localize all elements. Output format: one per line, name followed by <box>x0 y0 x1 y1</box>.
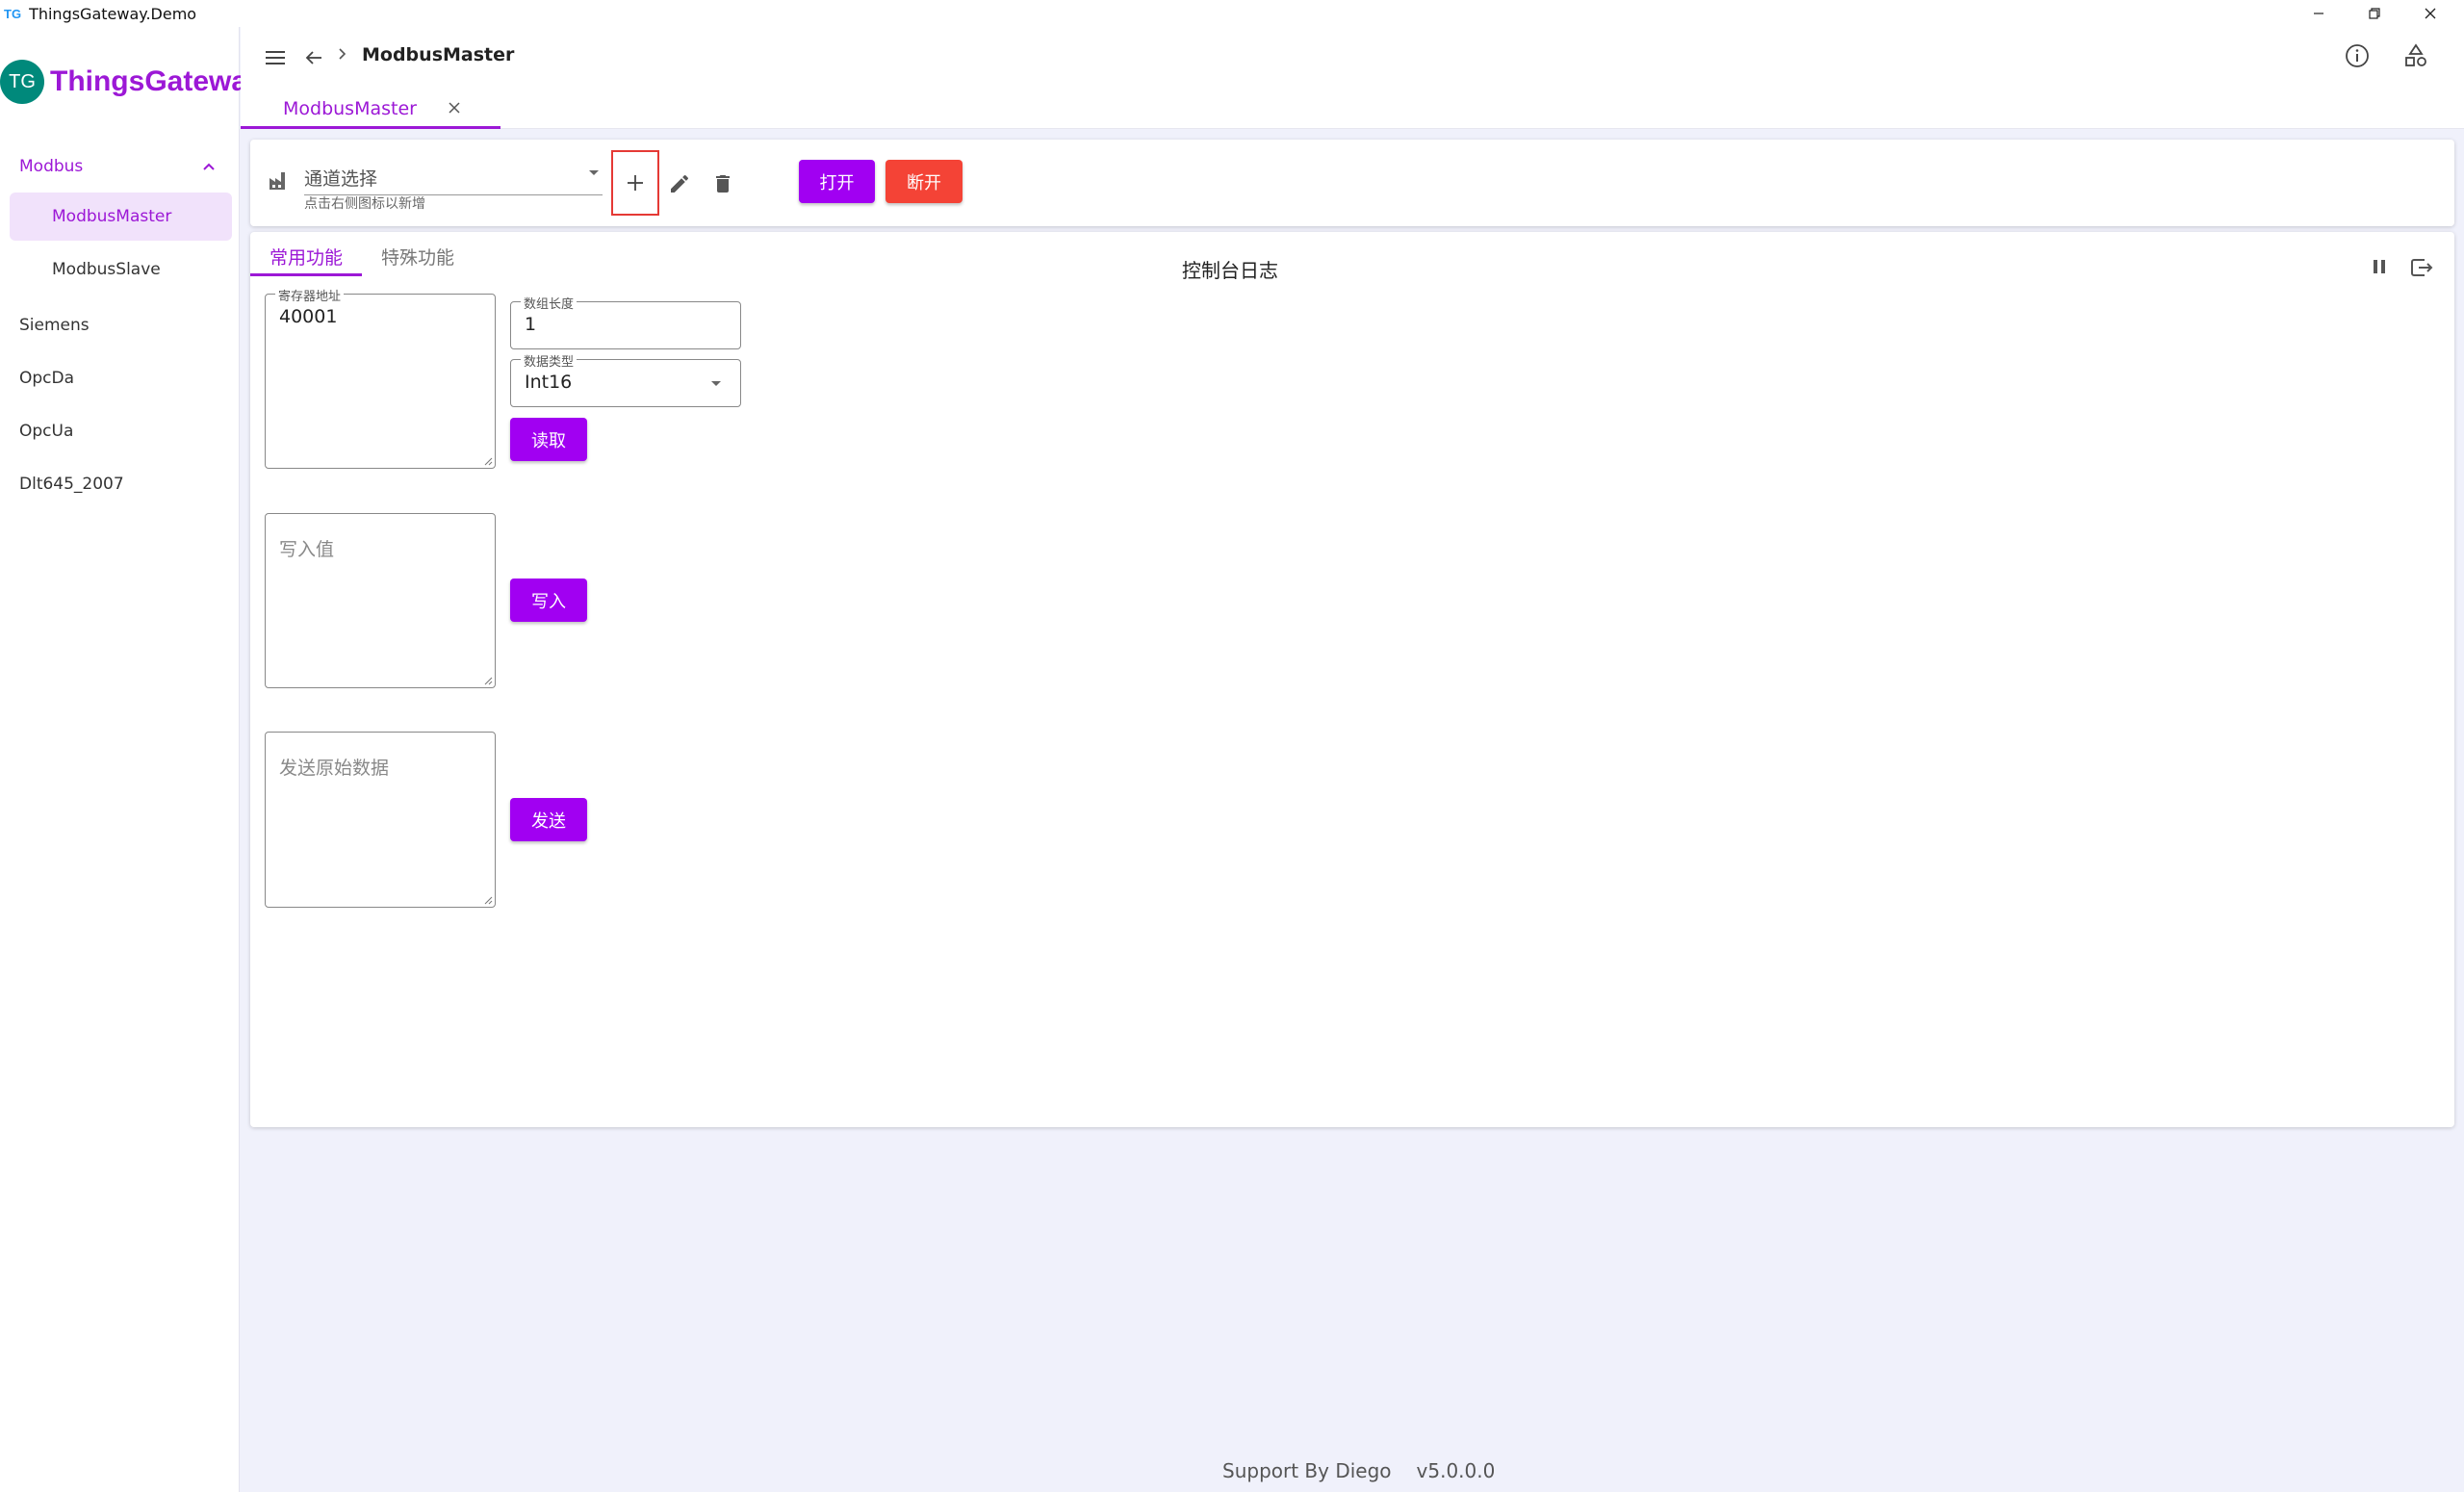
sidebar-item-siemens[interactable]: Siemens <box>0 298 240 351</box>
delete-channel-button[interactable] <box>709 170 736 197</box>
tab-label: ModbusMaster <box>283 98 417 119</box>
sidebar-item-modbusmaster[interactable]: ModbusMaster <box>10 193 232 241</box>
resize-handle-icon[interactable] <box>483 895 493 905</box>
brand[interactable]: TG ThingsGateway <box>0 58 264 106</box>
disconnect-button[interactable]: 断开 <box>886 160 962 203</box>
pause-icon <box>2374 260 2385 273</box>
channel-toolbar: 通道选择 点击右侧图标以新增 打开 断开 <box>250 140 2454 226</box>
restore-icon <box>2369 8 2380 19</box>
window-title-bar: TG ThingsGateway.Demo <box>0 0 2464 27</box>
chevron-right-icon <box>339 48 346 60</box>
write-button[interactable]: 写入 <box>510 579 587 622</box>
export-log-button[interactable] <box>2408 254 2435 281</box>
channel-select[interactable]: 通道选择 <box>304 159 603 195</box>
footer-version: v5.0.0.0 <box>1416 1459 1496 1482</box>
data-type-select[interactable]: 数据类型 Int16 <box>510 351 741 407</box>
data-type-value: Int16 <box>525 372 573 393</box>
arrow-left-icon <box>305 51 321 64</box>
plus-icon <box>628 175 643 191</box>
sidebar-item-label: OpcDa <box>19 368 75 388</box>
app-bar: ModbusMaster ModbusMaster <box>241 27 2464 129</box>
minimize-icon <box>2314 13 2323 14</box>
sidebar-item-label: ModbusSlave <box>52 260 161 279</box>
resize-handle-icon[interactable] <box>483 456 493 466</box>
add-channel-button[interactable] <box>611 150 659 216</box>
sidebar-item-opcda[interactable]: OpcDa <box>0 351 240 404</box>
back-button[interactable] <box>300 44 327 71</box>
channel-select-placeholder: 通道选择 <box>304 168 378 190</box>
channel-hint: 点击右侧图标以新增 <box>304 196 425 212</box>
footer: Support By Diego v5.0.0.0 <box>1222 1459 1520 1482</box>
sidebar-item-label: Siemens <box>19 315 90 335</box>
main-panel: 常用功能 特殊功能 控制台日志 寄存器地址 40001 数组长度 1 数据类型 … <box>250 232 2454 1127</box>
close-tab-icon[interactable] <box>445 98 464 117</box>
shapes-icon <box>2405 43 2426 66</box>
tab-special-functions[interactable]: 特殊功能 <box>362 244 474 276</box>
register-address-field[interactable]: 寄存器地址 40001 <box>265 286 496 469</box>
sidebar-item-modbusslave[interactable]: ModbusSlave <box>10 245 232 294</box>
pencil-icon <box>671 174 689 193</box>
data-type-label: 数据类型 <box>521 351 578 370</box>
write-value-placeholder: 写入值 <box>279 539 335 560</box>
sidebar: TG ThingsGateway Modbus ModbusMaster Mod… <box>0 27 264 1492</box>
array-length-value: 1 <box>525 314 537 335</box>
info-button[interactable] <box>2344 42 2371 69</box>
restore-button[interactable] <box>2347 0 2402 27</box>
export-icon <box>2411 259 2433 276</box>
raw-data-field[interactable]: 发送原始数据 <box>265 732 496 908</box>
sidebar-item-label: OpcUa <box>19 421 74 441</box>
send-button[interactable]: 发送 <box>510 798 587 841</box>
brand-name: ThingsGateway <box>50 65 264 97</box>
info-icon <box>2346 44 2369 67</box>
sidebar-item-label: Dlt645_2007 <box>19 474 124 494</box>
array-length-label: 数组长度 <box>521 294 578 312</box>
sidebar-item-dlt645[interactable]: Dlt645_2007 <box>0 457 240 510</box>
window-title: ThingsGateway.Demo <box>29 4 197 23</box>
widgets-button[interactable] <box>2402 42 2429 69</box>
sidebar-nav: Modbus ModbusMaster ModbusSlave Siemens … <box>0 141 240 510</box>
minimize-button[interactable] <box>2291 0 2347 27</box>
dropdown-arrow-icon <box>589 170 599 175</box>
menu-button[interactable] <box>262 44 289 71</box>
breadcrumb[interactable]: ModbusMaster <box>362 44 514 65</box>
register-address-value: 40001 <box>279 306 338 327</box>
open-button[interactable]: 打开 <box>799 160 875 203</box>
dropdown-arrow-icon <box>711 381 721 386</box>
resize-handle-icon[interactable] <box>483 676 493 685</box>
footer-support: Support By Diego <box>1222 1459 1392 1482</box>
trash-icon <box>716 175 730 193</box>
sidebar-group-label: Modbus <box>19 157 84 176</box>
console-log-title: 控制台日志 <box>1182 259 1278 282</box>
brand-logo: TG <box>0 60 44 104</box>
register-address-label: 寄存器地址 <box>275 286 345 304</box>
edit-channel-button[interactable] <box>666 170 693 197</box>
read-button[interactable]: 读取 <box>510 418 587 461</box>
sidebar-item-opcua[interactable]: OpcUa <box>0 404 240 457</box>
raw-data-placeholder: 发送原始数据 <box>279 758 390 779</box>
close-icon <box>2425 8 2436 19</box>
sidebar-item-label: ModbusMaster <box>52 207 172 226</box>
array-length-field[interactable]: 数组长度 1 <box>510 294 741 349</box>
tab-modbusmaster[interactable]: ModbusMaster <box>241 92 500 129</box>
app-icon: TG <box>4 6 22 21</box>
tab-common-functions[interactable]: 常用功能 <box>250 244 363 276</box>
factory-icon <box>270 172 285 190</box>
pause-log-button[interactable] <box>2368 255 2391 278</box>
chevron-up-icon <box>203 163 215 170</box>
hamburger-menu-icon <box>266 51 285 64</box>
close-window-button[interactable] <box>2402 0 2458 27</box>
write-value-field[interactable]: 写入值 <box>265 513 496 688</box>
sidebar-group-modbus[interactable]: Modbus <box>0 141 240 193</box>
